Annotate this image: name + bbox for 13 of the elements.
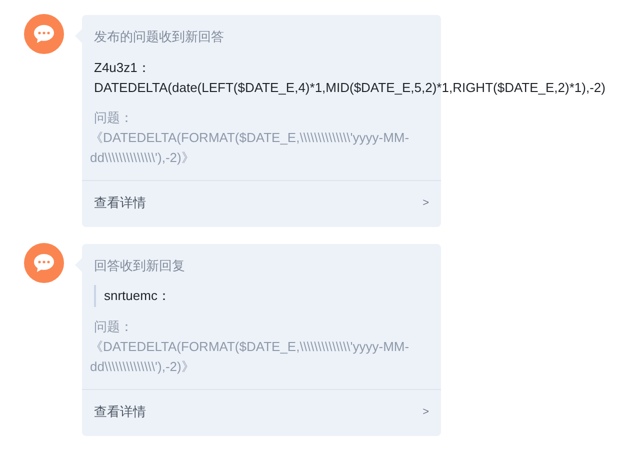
chat-bubble-icon (33, 253, 55, 273)
reply-quote: snrtuemc： (94, 285, 429, 307)
answer-text: DATEDELTA(date(LEFT($DATE_E,4)*1,MID($DATE_E,5,2)*1,RIGHT($DATE_E,2)*1),-2) (94, 79, 606, 97)
question-text: 《DATEDELTA(FORMAT($DATE_E,\\\\\\\\\\\\\\'yyyy-MM-dd\\\\\\\\\\\\\\'),-2)》 (90, 129, 410, 167)
answer-author: Z4u3z1： (94, 59, 150, 77)
notification-title: 发布的问题收到新回答 (94, 28, 225, 46)
notification-title: 回答收到新回复 (94, 257, 186, 275)
chat-bubble-icon (33, 24, 55, 44)
view-details-link[interactable]: 查看详情 > (82, 180, 441, 227)
question-label: 问题： (94, 109, 134, 127)
question-text: 《DATEDELTA(FORMAT($DATE_E,\\\\\\\\\\\\\\'yyyy-MM-dd\\\\\\\\\\\\\\'),-2)》 (90, 338, 410, 376)
view-details-link[interactable]: 查看详情 > (82, 389, 441, 436)
question-label: 问题： (94, 318, 134, 336)
